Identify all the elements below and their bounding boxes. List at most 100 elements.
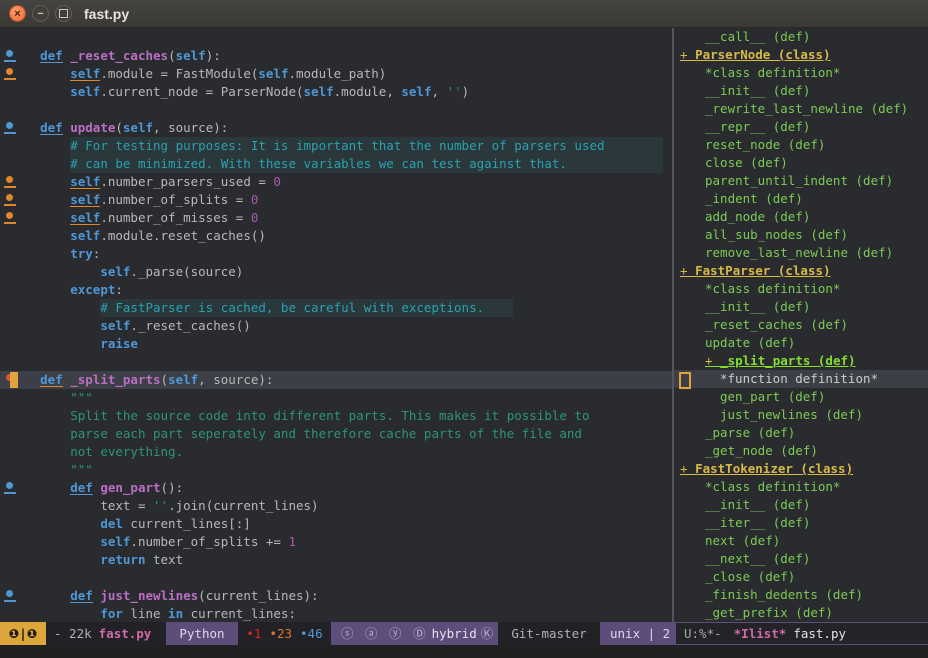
code-line[interactable]: self.module = FastModule(self.module_pat… (0, 65, 672, 83)
code-line[interactable]: def _reset_caches(self): (0, 47, 672, 65)
code-line[interactable]: """ (0, 461, 672, 479)
sidebar-item-label: __init__ (def) (705, 83, 810, 98)
sidebar-item[interactable]: remove_last_newline (def) (674, 244, 928, 262)
buffer-size: - 22k (54, 622, 92, 645)
sidebar-item[interactable]: + FastParser (class) (674, 262, 928, 280)
sidebar-item[interactable]: __iter__ (def) (674, 514, 928, 532)
code-line[interactable]: del current_lines[:] (0, 515, 672, 533)
sidebar-item[interactable]: _indent (def) (674, 190, 928, 208)
code-line[interactable]: self._reset_caches() (0, 317, 672, 335)
code-line[interactable] (0, 353, 672, 371)
code-line[interactable]: def just_newlines(current_lines): (0, 587, 672, 605)
code-line[interactable] (0, 101, 672, 119)
sidebar-item-label: _get_prefix (def) (705, 605, 833, 620)
minor-modes[interactable]: ⓢ ⓐ ⓨ Ⓓ hybrid Ⓚ (331, 622, 498, 645)
sidebar-item[interactable]: __init__ (def) (674, 82, 928, 100)
window-title: fast.py (84, 6, 129, 22)
expand-icon[interactable]: + (680, 263, 695, 278)
code-line[interactable]: except: (0, 281, 672, 299)
code-line[interactable]: Split the source code into different par… (0, 407, 672, 425)
main-area: def _reset_caches(self): self.module = F… (0, 28, 928, 622)
code-line[interactable]: # can be minimized. With these variables… (0, 155, 672, 173)
code-line[interactable]: def _split_parts(self, source): (0, 371, 672, 389)
code-text: for line in current_lines: (0, 606, 296, 621)
minimize-button[interactable]: − (32, 5, 49, 22)
sidebar-item[interactable]: next (def) (674, 532, 928, 550)
sidebar-item[interactable]: _finish_dedents (def) (674, 586, 928, 604)
major-mode[interactable]: Python (166, 622, 238, 645)
code-line[interactable]: self.module.reset_caches() (0, 227, 672, 245)
sidebar-item[interactable]: _reset_caches (def) (674, 316, 928, 334)
imenu-sidebar[interactable]: __call__ (def)+ ParserNode (class)*class… (674, 28, 928, 622)
expand-icon[interactable]: + (680, 461, 695, 476)
sidebar-item[interactable]: all_sub_nodes (def) (674, 226, 928, 244)
sidebar-item[interactable]: + ParserNode (class) (674, 46, 928, 64)
sidebar-item[interactable]: __init__ (def) (674, 496, 928, 514)
code-line[interactable]: raise (0, 335, 672, 353)
code-line[interactable]: self.number_parsers_used = 0 (0, 173, 672, 191)
sidebar-item[interactable]: _rewrite_last_newline (def) (674, 100, 928, 118)
echo-area[interactable] (0, 645, 928, 658)
code-text: self._reset_caches() (0, 318, 251, 333)
code-line[interactable]: self.number_of_misses = 0 (0, 209, 672, 227)
sidebar-item[interactable]: *class definition* (674, 478, 928, 496)
sidebar-item[interactable]: + FastTokenizer (class) (674, 460, 928, 478)
code-text: parse each part seperately and therefore… (0, 426, 582, 441)
sidebar-item-label: update (def) (705, 335, 795, 350)
code-line[interactable]: try: (0, 245, 672, 263)
code-text: return text (0, 552, 183, 567)
sidebar-item[interactable]: gen_part (def) (674, 388, 928, 406)
imenu-list: __call__ (def)+ ParserNode (class)*class… (674, 28, 928, 622)
sidebar-item[interactable]: *class definition* (674, 280, 928, 298)
code-line[interactable]: self.current_node = ParserNode(self.modu… (0, 83, 672, 101)
sidebar-item[interactable]: _get_prefix (def) (674, 604, 928, 622)
code-text: self.number_parsers_used = 0 (0, 174, 281, 189)
buffer-info[interactable]: - 22k fast.py (46, 622, 166, 645)
code-line[interactable]: not everything. (0, 443, 672, 461)
sidebar-item[interactable]: close (def) (674, 154, 928, 172)
info-count: •46 (300, 622, 323, 645)
sidebar-item[interactable]: _get_node (def) (674, 442, 928, 460)
code-text: def gen_part(): (0, 480, 183, 495)
sidebar-item[interactable]: parent_until_indent (def) (674, 172, 928, 190)
code-line[interactable]: self.number_of_splits += 1 (0, 533, 672, 551)
code-line[interactable]: # FastParser is cached, be careful with … (0, 299, 672, 317)
sidebar-item[interactable]: just_newlines (def) (674, 406, 928, 424)
sidebar-item[interactable]: reset_node (def) (674, 136, 928, 154)
sidebar-item-label: *class definition* (705, 65, 840, 80)
expand-icon[interactable]: + (680, 47, 695, 62)
sidebar-item-label: __iter__ (def) (705, 515, 810, 530)
code-line[interactable]: for line in current_lines: (0, 605, 672, 622)
code-text: """ (0, 462, 93, 477)
sidebar-item[interactable]: *class definition* (674, 64, 928, 82)
code-line[interactable]: def update(self, source): (0, 119, 672, 137)
code-line[interactable]: """ (0, 389, 672, 407)
sidebar-item-label: __init__ (def) (705, 299, 810, 314)
sidebar-item[interactable]: __repr__ (def) (674, 118, 928, 136)
close-button[interactable]: × (9, 5, 26, 22)
sidebar-item[interactable]: update (def) (674, 334, 928, 352)
sidebar-item[interactable]: __init__ (def) (674, 298, 928, 316)
code-editor[interactable]: def _reset_caches(self): self.module = F… (0, 28, 672, 622)
code-line[interactable]: def gen_part(): (0, 479, 672, 497)
maximize-button[interactable] (55, 5, 72, 22)
sidebar-item[interactable]: _parse (def) (674, 424, 928, 442)
code-line[interactable]: text = ''.join(current_lines) (0, 497, 672, 515)
code-line[interactable]: # For testing purposes: It is important … (0, 137, 672, 155)
code-line[interactable]: self._parse(source) (0, 263, 672, 281)
flycheck-counts[interactable]: •1 •23 •46 (238, 622, 331, 645)
code-text (0, 102, 10, 117)
sidebar-item[interactable]: __call__ (def) (674, 28, 928, 46)
code-line[interactable]: parse each part seperately and therefore… (0, 425, 672, 443)
ilist-modeline[interactable]: U:%*- *Ilist* fast.py (676, 622, 928, 645)
code-line[interactable] (0, 569, 672, 587)
sidebar-item[interactable]: _close (def) (674, 568, 928, 586)
sidebar-item[interactable]: *function definition* (674, 370, 928, 388)
code-line[interactable]: return text (0, 551, 672, 569)
sidebar-item[interactable]: add_node (def) (674, 208, 928, 226)
code-line[interactable]: self.number_of_splits = 0 (0, 191, 672, 209)
sidebar-item[interactable]: + _split_parts (def) (674, 352, 928, 370)
vcs-branch[interactable]: Git-master (498, 622, 600, 645)
sidebar-item[interactable]: __next__ (def) (674, 550, 928, 568)
expand-icon[interactable]: + (705, 353, 720, 368)
